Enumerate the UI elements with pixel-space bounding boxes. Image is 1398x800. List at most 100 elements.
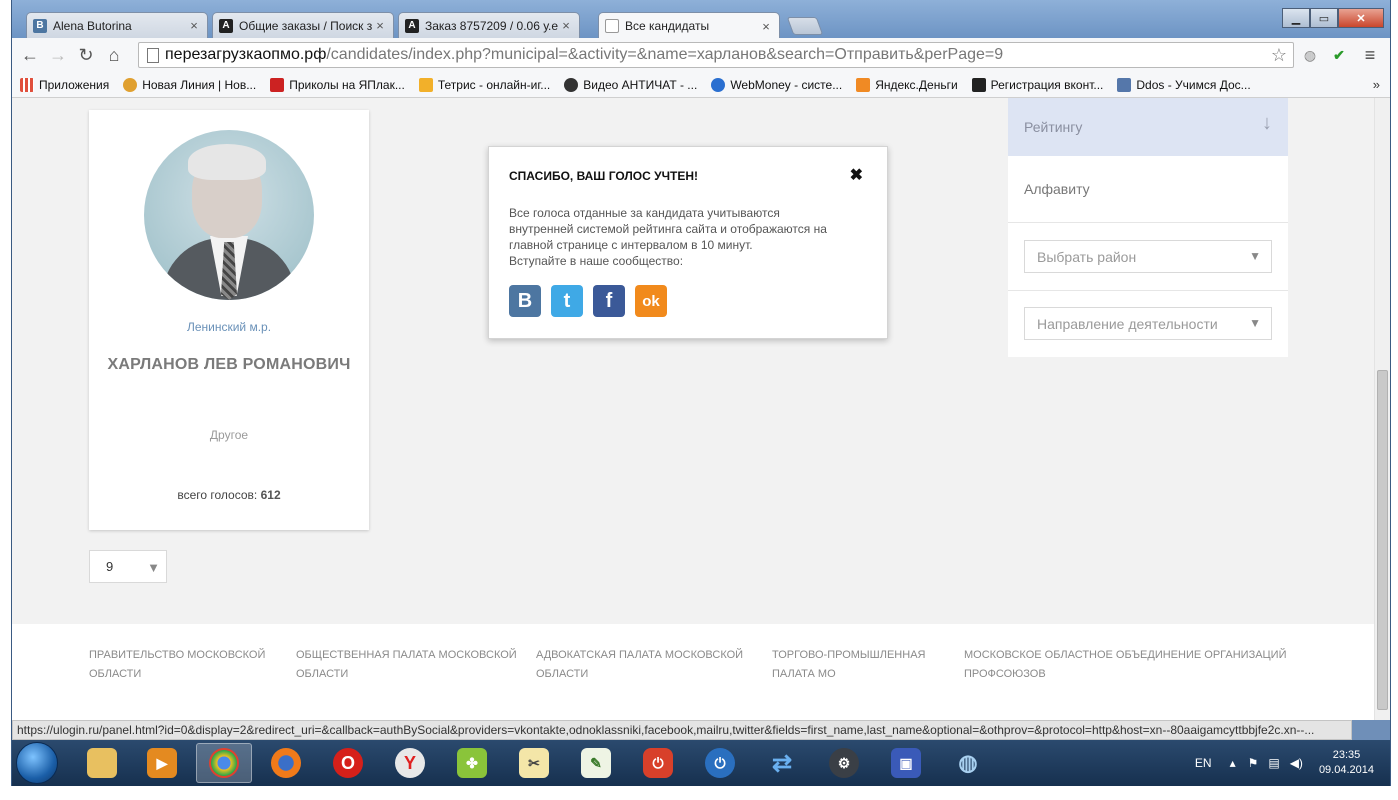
bookmark-item[interactable]: Видео АНТИЧАТ - ... (564, 77, 698, 92)
sort-by-rating[interactable]: Рейтингу ↓ (1008, 98, 1288, 156)
close-window-icon[interactable]: ✕ (1338, 8, 1384, 28)
menu-icon[interactable]: ≡ (1358, 43, 1382, 67)
bookmark-favicon-icon (123, 77, 138, 92)
scrollbar-thumb[interactable] (1377, 370, 1388, 710)
sync-icon: ⇄ (771, 749, 793, 777)
bookmark-item[interactable]: WebMoney - систе... (711, 77, 842, 92)
vk-icon[interactable]: B (509, 285, 541, 317)
taskbar-sync[interactable]: ⇄ (754, 743, 810, 783)
sort-alpha-label: Алфавиту (1024, 181, 1090, 197)
minimize-icon[interactable]: ▁ (1282, 8, 1310, 28)
sort-by-alphabet[interactable]: Алфавиту (1008, 156, 1288, 223)
bookmark-apps[interactable]: Приложения (20, 77, 109, 92)
tab-candidates[interactable]: Все кандидаты × (598, 12, 780, 39)
taskbar-firefox[interactable] (258, 743, 314, 783)
tray-expand-icon[interactable]: ▴ (1230, 756, 1236, 770)
bookmark-item[interactable]: Тетрис - онлайн-иг... (418, 77, 550, 92)
bookmark-label: Видео АНТИЧАТ - ... (583, 77, 698, 92)
taskbar-app[interactable]: ✤ (444, 743, 500, 783)
apps-grid-icon (20, 77, 34, 92)
forward-arrow-icon[interactable]: → (44, 41, 72, 69)
taskbar-chrome[interactable] (196, 743, 252, 783)
bookmark-label: Новая Линия | Нов... (142, 77, 257, 92)
letter-a-icon: A (405, 18, 419, 33)
taskbar-media[interactable]: ▶ (134, 743, 190, 783)
media-player-icon: ▶ (147, 748, 177, 778)
app-icon: ✤ (457, 748, 487, 778)
taskbar-yandex[interactable]: Y (382, 743, 438, 783)
candidate-card[interactable]: Ленинский м.р. ХАРЛАНОВ ЛЕВ РОМАНОВИЧ Др… (89, 110, 369, 530)
bookmark-item[interactable]: Регистрация вконт... (971, 77, 1103, 92)
windows-taskbar: ▶ O Y ✤ ✂ ✎ ⏻ ⏻ ⇄ ⚙ ▣ ◍ EN ▴ ⚑ ▤ ◀) 23:3… (12, 740, 1390, 786)
extension-icon[interactable]: ◍ (1300, 43, 1320, 67)
tab-vk[interactable]: B Alena Butorina × (26, 12, 208, 38)
chrome-icon (209, 748, 239, 778)
home-icon[interactable]: ⌂ (100, 41, 128, 69)
page-scrollbar[interactable] (1374, 98, 1390, 720)
system-tray: EN ▴ ⚑ ▤ ◀) 23:35 09.04.2014 (1195, 746, 1374, 780)
tab-label: Alena Butorina (53, 18, 132, 33)
vote-confirmation-popup: СПАСИБО, ВАШ ГОЛОС УЧТЕН! ✖ Все голоса о… (488, 146, 888, 339)
new-tab-button[interactable] (786, 17, 824, 35)
taskbar-opera[interactable]: O (320, 743, 376, 783)
tab-orders[interactable]: A Общие заказы / Поиск з × (212, 12, 394, 38)
network-icon[interactable]: ▤ (1268, 756, 1279, 770)
odnoklassniki-icon[interactable]: ok (635, 285, 667, 317)
bookmark-item[interactable]: Ddos - Учимся Дос... (1117, 77, 1251, 92)
clock-time: 23:35 (1332, 749, 1361, 761)
candidate-district[interactable]: Ленинский м.р. (89, 320, 369, 334)
volume-icon[interactable]: ◀) (1290, 756, 1303, 770)
taskbar-snipping[interactable]: ✂ (506, 743, 562, 783)
tab-strip: B Alena Butorina × A Общие заказы / Поис… (12, 0, 1390, 39)
taskbar-notepad[interactable]: ✎ (568, 743, 624, 783)
ulogin-extension-icon[interactable]: ✔ (1324, 43, 1354, 67)
start-button[interactable] (16, 742, 58, 784)
bookmark-favicon-icon (856, 77, 871, 92)
page-info-icon[interactable] (147, 47, 159, 63)
tab-order-detail[interactable]: A Заказ 8757209 / 0.06 у.е. / × (398, 12, 580, 38)
back-arrow-icon[interactable]: ← (16, 41, 44, 69)
clock[interactable]: 23:35 09.04.2014 (1319, 748, 1374, 778)
close-icon[interactable]: ✖ (850, 165, 863, 185)
per-page-select[interactable]: 9 ▼ (89, 550, 167, 583)
footer-link-chamber-of-commerce[interactable]: Торгово-промышленная палата МО (772, 646, 925, 684)
opera-icon: O (333, 748, 363, 778)
close-tab-icon[interactable]: × (759, 19, 773, 34)
district-select[interactable]: Выбрать район ▼ (1024, 240, 1272, 273)
chevron-down-icon: ▼ (147, 560, 160, 575)
maximize-icon[interactable]: ▭ (1310, 8, 1338, 28)
twitter-icon[interactable]: t (551, 285, 583, 317)
candidate-name[interactable]: ХАРЛАНОВ ЛЕВ РОМАНОВИЧ (89, 356, 369, 374)
taskbar-shutdown[interactable]: ⏻ (692, 743, 748, 783)
folder-icon (87, 748, 117, 778)
bookmark-item[interactable]: Яндекс.Деньги (856, 77, 958, 92)
bookmarks-overflow-button[interactable]: » (1373, 77, 1380, 92)
chevron-down-icon: ▼ (1249, 249, 1261, 263)
reload-icon[interactable]: ↻ (72, 41, 100, 69)
taskbar-power-app[interactable]: ⏻ (630, 743, 686, 783)
language-indicator[interactable]: EN (1195, 756, 1212, 770)
bookmark-item[interactable]: Новая Линия | Нов... (123, 77, 257, 92)
close-tab-icon[interactable]: × (373, 18, 387, 33)
footer-link-government[interactable]: Правительство Московской области (89, 646, 265, 684)
flag-icon[interactable]: ⚑ (1248, 756, 1259, 770)
facebook-icon[interactable]: f (593, 285, 625, 317)
candidate-photo[interactable] (144, 130, 314, 300)
bookmark-item[interactable]: Приколы на ЯПлак... (270, 77, 405, 92)
globe-icon: ◍ (958, 750, 978, 775)
footer-link-public-chamber[interactable]: Общественная палата Московской области (296, 646, 517, 684)
tab-label: Все кандидаты (625, 19, 710, 33)
footer-link-trade-unions[interactable]: Московское областное объединение организ… (964, 646, 1287, 684)
close-tab-icon[interactable]: × (187, 18, 201, 33)
taskbar-steam[interactable]: ⚙ (816, 743, 872, 783)
bookmark-favicon-icon (564, 77, 579, 92)
activity-select[interactable]: Направление деятельности ▼ (1024, 307, 1272, 340)
taskbar-globe[interactable]: ◍ (940, 743, 996, 783)
close-tab-icon[interactable]: × (559, 18, 573, 33)
footer-link-bar-chamber[interactable]: Адвокатская палата Московской области (536, 646, 743, 684)
taskbar-explorer[interactable] (74, 743, 130, 783)
bookmark-star-icon[interactable]: ☆ (1271, 45, 1287, 66)
taskbar-save[interactable]: ▣ (878, 743, 934, 783)
notepad-icon: ✎ (581, 748, 611, 778)
address-bar[interactable]: перезагрузкаопмо.рф/candidates/index.php… (138, 42, 1294, 68)
